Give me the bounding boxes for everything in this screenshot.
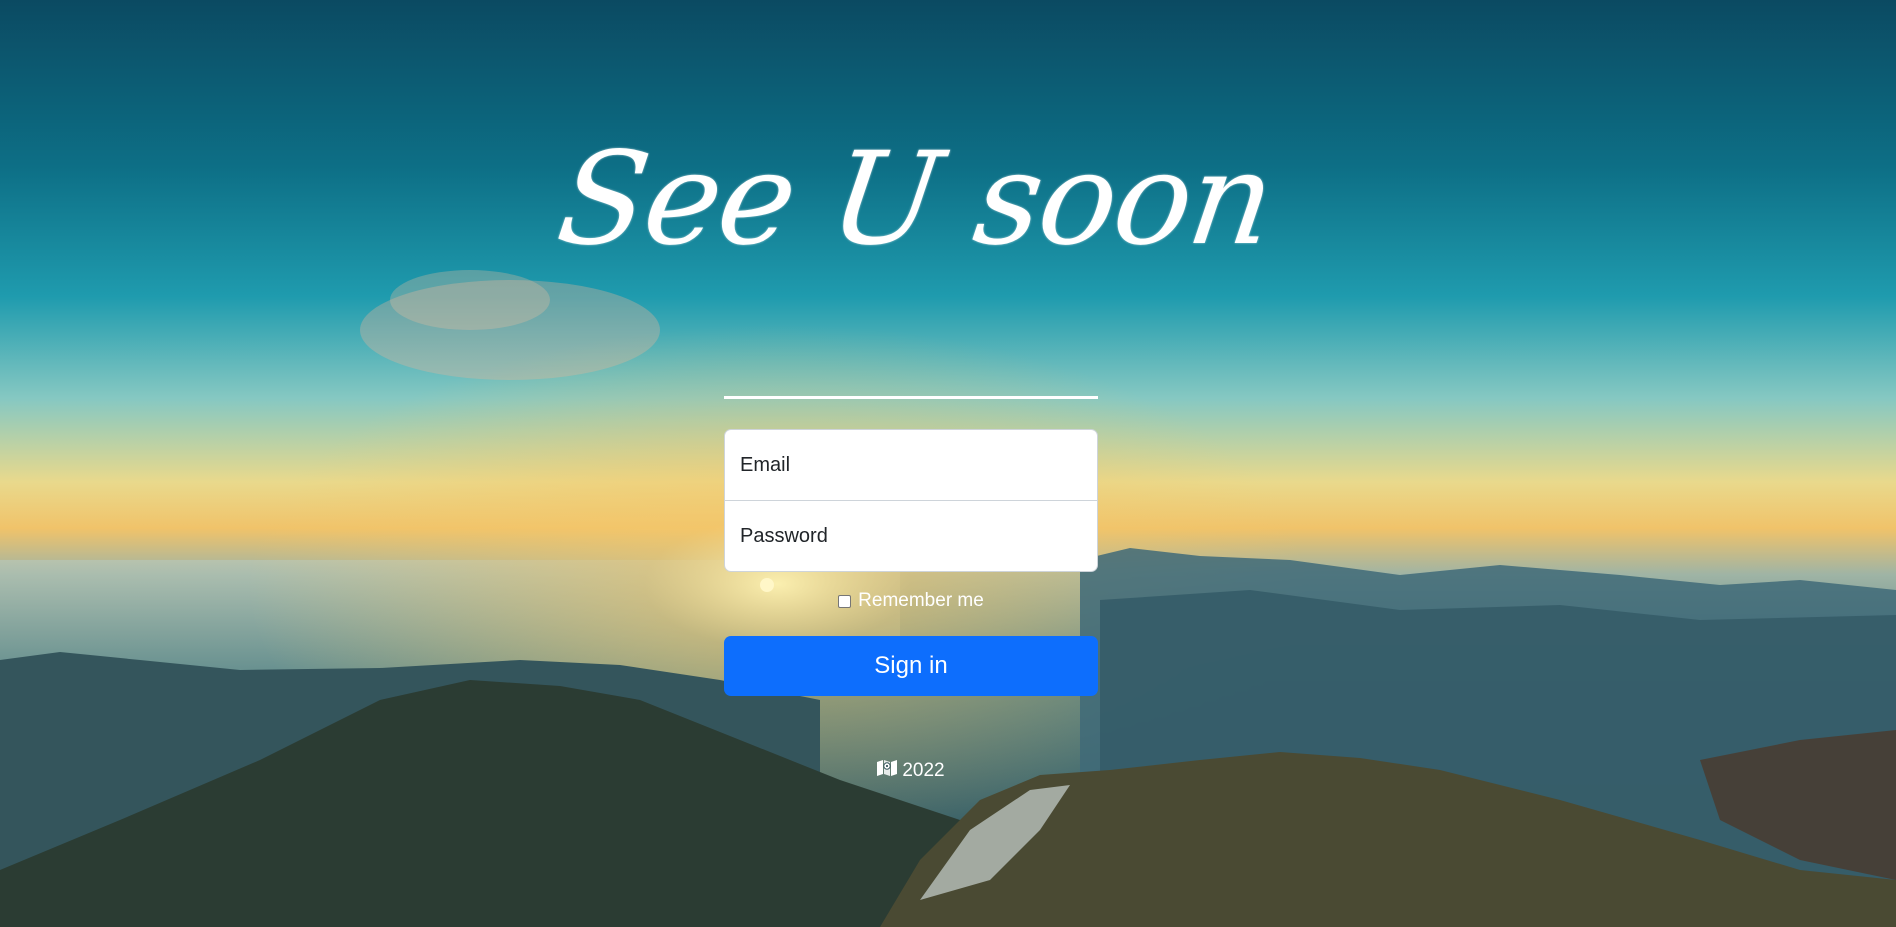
remember-me-row[interactable]: Remember me (724, 588, 1098, 614)
footer-year: 2022 (902, 760, 945, 781)
sign-in-button[interactable]: Sign in (724, 636, 1098, 696)
remember-me-label[interactable]: Remember me (858, 590, 984, 612)
login-form (724, 429, 1098, 572)
password-field-wrapper (725, 500, 1097, 571)
divider-line (724, 396, 1098, 399)
footer: 2022 (800, 758, 1022, 784)
map-icon (877, 759, 902, 783)
brand-logo-text: See U soon (549, 125, 1282, 274)
brand-logo: See U soon (550, 120, 1282, 300)
email-field-wrapper (725, 430, 1097, 500)
password-input[interactable] (725, 501, 1097, 571)
email-input[interactable] (725, 430, 1097, 500)
remember-me-checkbox[interactable] (838, 594, 852, 608)
